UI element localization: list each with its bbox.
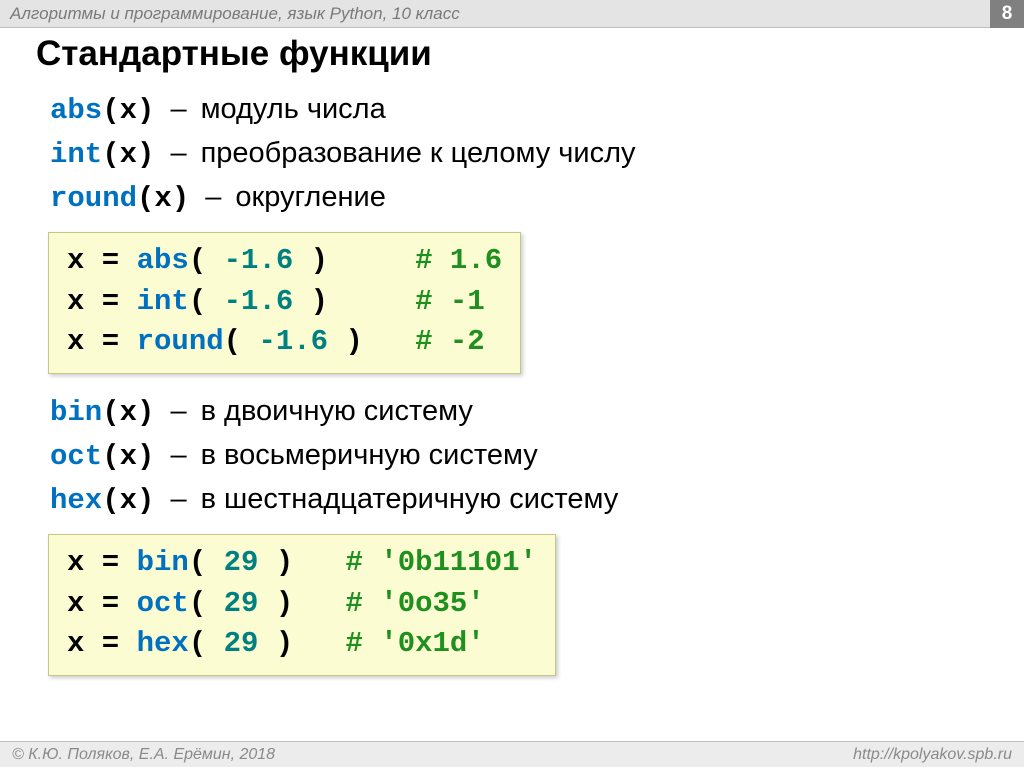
- def-row: bin(x) – в двоичную систему: [50, 390, 994, 434]
- func-args: (x): [102, 436, 154, 478]
- course-title: Алгоритмы и программирование, язык Pytho…: [10, 4, 460, 24]
- func-desc: в шестнадцатеричную систему: [201, 478, 619, 520]
- header-bar: Алгоритмы и программирование, язык Pytho…: [0, 0, 1024, 28]
- code-line: x = hex( 29 ) # '0x1d': [67, 624, 537, 665]
- code-line: x = oct( 29 ) # '0o35': [67, 584, 537, 625]
- dash: –: [170, 132, 186, 174]
- definitions-group-2: bin(x) – в двоичную систему oct(x) – в в…: [50, 390, 994, 522]
- func-name: round: [50, 178, 137, 220]
- func-name: hex: [50, 480, 102, 522]
- definitions-group-1: abs(x) – модуль числа int(x) – преобразо…: [50, 88, 994, 220]
- page-number: 8: [990, 0, 1024, 28]
- code-line: x = int( -1.6 ) # -1: [67, 282, 502, 323]
- code-line: x = abs( -1.6 ) # 1.6: [67, 241, 502, 282]
- func-desc: преобразование к целому числу: [201, 132, 636, 174]
- def-row: round(x) – округление: [50, 176, 994, 220]
- slide-content: Стандартные функции abs(x) – модуль числ…: [0, 28, 1024, 692]
- func-args: (x): [137, 178, 189, 220]
- def-row: oct(x) – в восьмеричную систему: [50, 434, 994, 478]
- footer-bar: © К.Ю. Поляков, Е.А. Ерёмин, 2018 http:/…: [0, 741, 1024, 767]
- def-row: int(x) – преобразование к целому числу: [50, 132, 994, 176]
- func-args: (x): [102, 392, 154, 434]
- def-row: hex(x) – в шестнадцатеричную систему: [50, 478, 994, 522]
- dash: –: [205, 176, 221, 218]
- func-name: bin: [50, 392, 102, 434]
- code-block-1: x = abs( -1.6 ) # 1.6 x = int( -1.6 ) # …: [48, 232, 521, 374]
- source-url: http://kpolyakov.spb.ru: [853, 746, 1012, 764]
- func-args: (x): [102, 134, 154, 176]
- func-desc: округление: [235, 176, 385, 218]
- code-block-2: x = bin( 29 ) # '0b11101' x = oct( 29 ) …: [48, 534, 556, 676]
- func-args: (x): [102, 480, 154, 522]
- code-line: x = round( -1.6 ) # -2: [67, 322, 502, 363]
- func-name: oct: [50, 436, 102, 478]
- func-args: (x): [102, 90, 154, 132]
- dash: –: [170, 478, 186, 520]
- dash: –: [170, 88, 186, 130]
- func-desc: в двоичную систему: [201, 390, 473, 432]
- func-name: int: [50, 134, 102, 176]
- def-row: abs(x) – модуль числа: [50, 88, 994, 132]
- copyright: © К.Ю. Поляков, Е.А. Ерёмин, 2018: [12, 746, 275, 764]
- func-desc: в восьмеричную систему: [201, 434, 538, 476]
- func-desc: модуль числа: [201, 88, 386, 130]
- func-name: abs: [50, 90, 102, 132]
- dash: –: [170, 434, 186, 476]
- dash: –: [170, 390, 186, 432]
- slide-title: Стандартные функции: [36, 34, 994, 74]
- code-line: x = bin( 29 ) # '0b11101': [67, 543, 537, 584]
